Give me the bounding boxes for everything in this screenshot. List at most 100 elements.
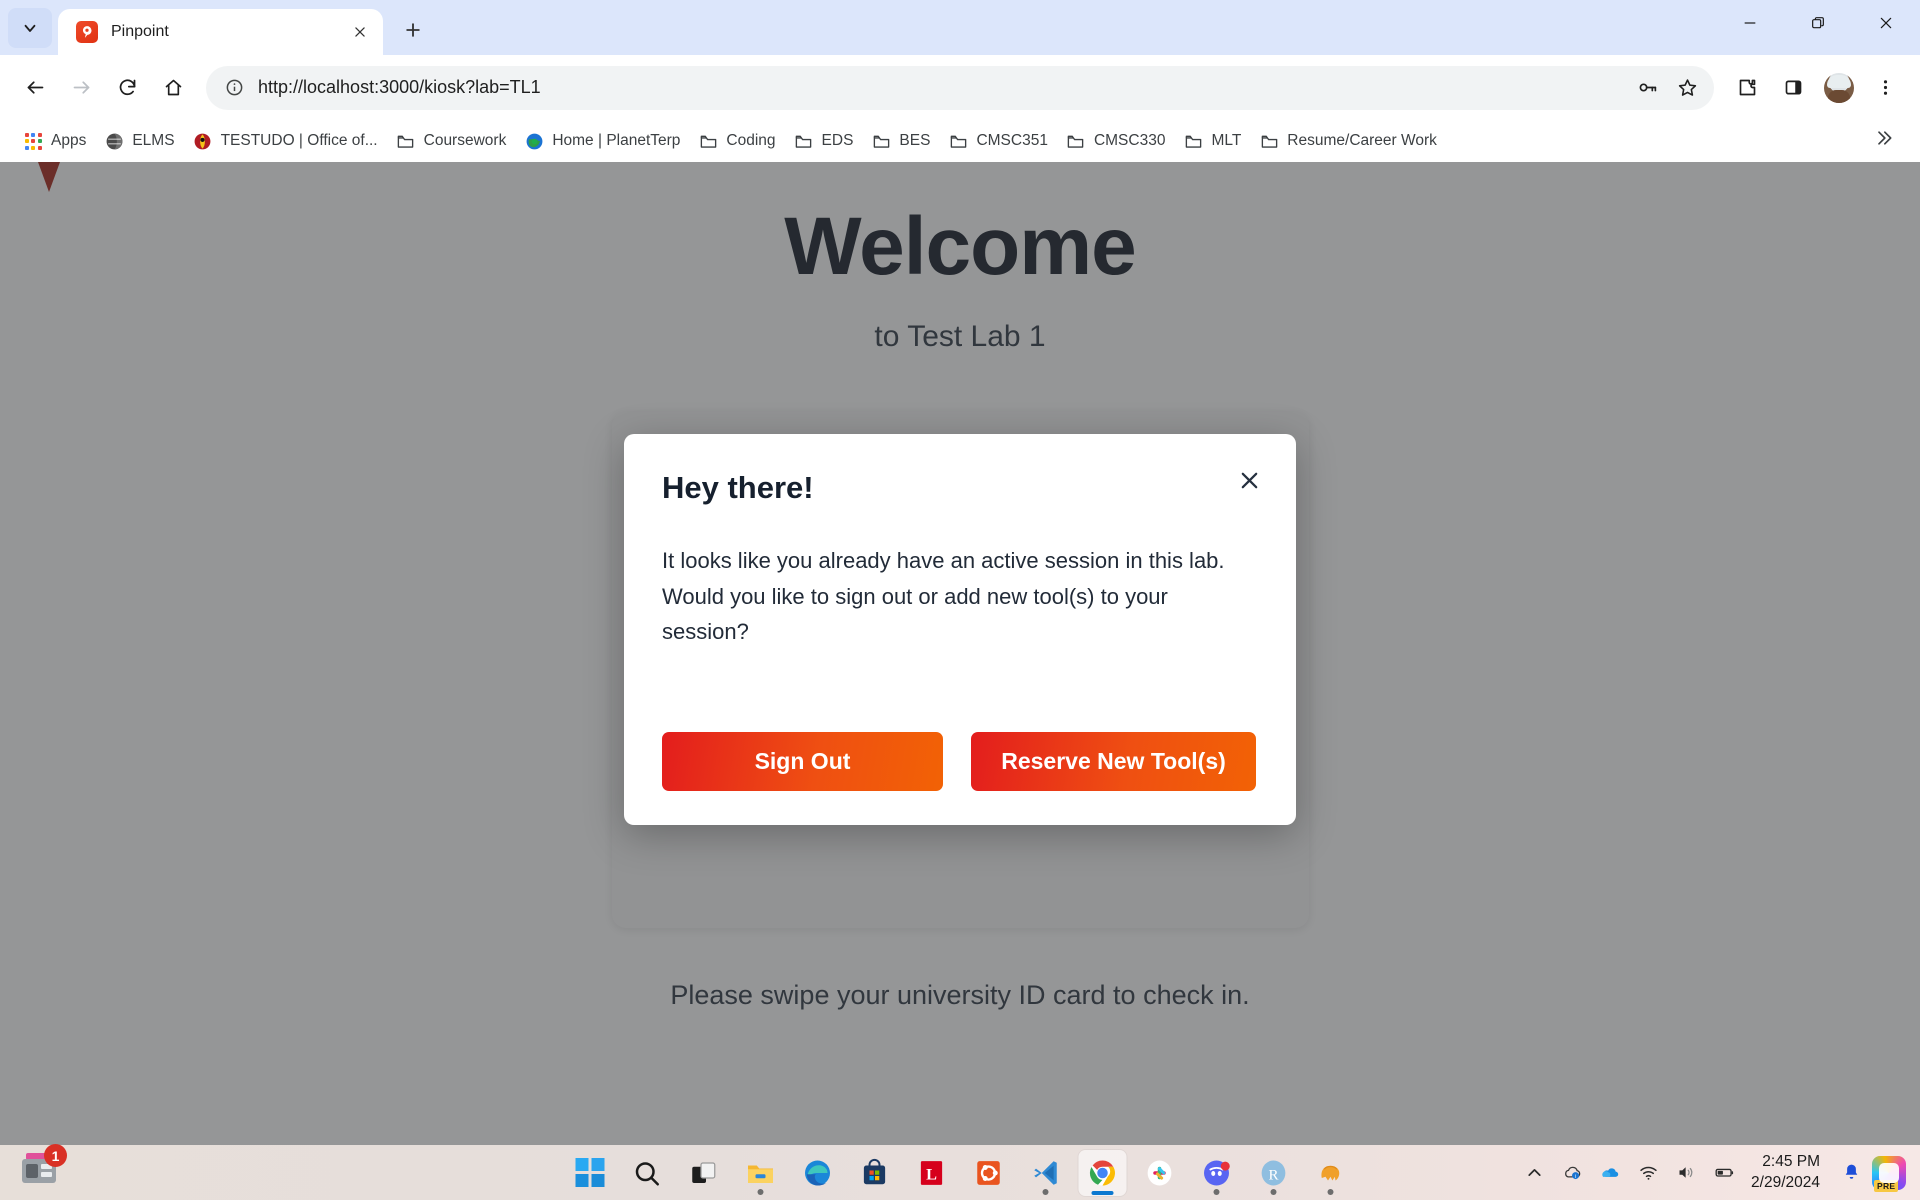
taskbar-item-postgresql[interactable] bbox=[1307, 1150, 1355, 1196]
modal-body-text: It looks like you already have an active… bbox=[662, 547, 1225, 645]
browser-menu-button[interactable] bbox=[1864, 67, 1906, 109]
bookmark-label: ELMS bbox=[132, 132, 175, 149]
omnibox-actions bbox=[1628, 69, 1706, 107]
wifi-icon bbox=[1639, 1166, 1657, 1180]
file-explorer-icon bbox=[748, 1165, 773, 1183]
extensions-button[interactable] bbox=[1726, 67, 1768, 109]
volume-button[interactable] bbox=[1669, 1153, 1703, 1193]
svg-text:i: i bbox=[1575, 1174, 1576, 1180]
system-tray: i 2:45 PM 2/29/2024 PRE bbox=[1517, 1152, 1906, 1193]
bookmark-label: TESTUDO | Office of... bbox=[220, 132, 378, 149]
bookmark-testudo[interactable]: TESTUDO | Office of... bbox=[184, 126, 387, 156]
taskbar-item-start[interactable] bbox=[566, 1150, 614, 1196]
minimize-button[interactable] bbox=[1716, 0, 1784, 45]
bookmark-elms[interactable]: ELMS bbox=[95, 126, 183, 156]
folder-icon bbox=[948, 131, 968, 151]
taskbar-item-search[interactable] bbox=[623, 1150, 671, 1196]
bookmarks-overflow-button[interactable] bbox=[1862, 124, 1906, 158]
reload-button[interactable] bbox=[106, 67, 148, 109]
ubuntu-icon bbox=[977, 1160, 1000, 1185]
bookmark-apps[interactable]: Apps bbox=[14, 126, 95, 156]
profile-button[interactable] bbox=[1818, 67, 1860, 109]
folder-icon bbox=[698, 131, 718, 151]
bookmark-coding[interactable]: Coding bbox=[689, 126, 784, 156]
taskbar-item-ubuntu[interactable] bbox=[965, 1150, 1013, 1196]
bookmark-cmsc330[interactable]: CMSC330 bbox=[1057, 126, 1175, 156]
taskbar-widgets-button[interactable]: 1 bbox=[22, 1144, 67, 1183]
edge-icon bbox=[805, 1160, 830, 1185]
maximize-button[interactable] bbox=[1784, 0, 1852, 45]
arrow-left-icon bbox=[27, 81, 43, 94]
modal-title: Hey there! bbox=[662, 469, 814, 505]
clock[interactable]: 2:45 PM 2/29/2024 bbox=[1745, 1152, 1830, 1193]
speaker-icon bbox=[1679, 1167, 1692, 1178]
vscode-icon bbox=[1034, 1160, 1057, 1185]
svg-text:L: L bbox=[926, 1165, 937, 1183]
key-icon bbox=[1639, 83, 1656, 92]
taskbar-item-discord[interactable] bbox=[1193, 1150, 1241, 1196]
bookmark-eds[interactable]: EDS bbox=[785, 126, 863, 156]
close-icon bbox=[355, 27, 365, 37]
home-icon bbox=[165, 79, 181, 96]
site-info-button[interactable] bbox=[220, 74, 248, 102]
info-circle-icon bbox=[226, 79, 242, 96]
notifications-button[interactable] bbox=[1834, 1153, 1868, 1193]
browser-tab[interactable]: Pinpoint bbox=[58, 9, 383, 55]
forward-button[interactable] bbox=[60, 67, 102, 109]
close-icon bbox=[1241, 472, 1257, 489]
window-controls bbox=[1716, 0, 1920, 45]
close-window-button[interactable] bbox=[1852, 0, 1920, 45]
address-bar[interactable]: http://localhost:3000/kiosk?lab=TL1 bbox=[206, 65, 1714, 110]
bookmark-label: MLT bbox=[1211, 132, 1242, 149]
battery-button[interactable] bbox=[1707, 1153, 1741, 1193]
bookmark-resume-career-work[interactable]: Resume/Career Work bbox=[1250, 126, 1446, 156]
copilot-button[interactable]: PRE bbox=[1872, 1153, 1906, 1193]
folder-icon bbox=[794, 131, 814, 151]
chevron-up-icon bbox=[1527, 1169, 1541, 1176]
bookmark-coursework[interactable]: Coursework bbox=[387, 126, 516, 156]
taskbar-item-rstudio[interactable]: R bbox=[1250, 1150, 1298, 1196]
taskbar-item-slack[interactable] bbox=[1136, 1150, 1184, 1196]
taskbar-item-latex[interactable]: L bbox=[908, 1150, 956, 1196]
bookmark-bes[interactable]: BES bbox=[862, 126, 939, 156]
taskbar-item-task-view[interactable] bbox=[680, 1150, 728, 1196]
taskbar-item-edge[interactable] bbox=[794, 1150, 842, 1196]
bookmark-planetterp[interactable]: Home | PlanetTerp bbox=[515, 126, 689, 156]
home-button[interactable] bbox=[152, 67, 194, 109]
bookmark-button[interactable] bbox=[1668, 69, 1706, 107]
planetterp-icon bbox=[524, 131, 544, 151]
tray-overflow-button[interactable] bbox=[1517, 1153, 1551, 1193]
bookmark-mlt[interactable]: MLT bbox=[1174, 126, 1250, 156]
battery-icon bbox=[1715, 1168, 1733, 1177]
testudo-turtle-icon bbox=[193, 131, 213, 151]
clock-date: 2/29/2024 bbox=[1751, 1173, 1820, 1191]
modal-overlay[interactable]: Hey there! It looks like you already hav… bbox=[0, 162, 1920, 1145]
reserve-new-tools-button[interactable]: Reserve New Tool(s) bbox=[971, 732, 1256, 792]
new-tab-button[interactable] bbox=[393, 10, 433, 50]
slack-icon bbox=[1147, 1160, 1172, 1185]
modal-actions: Sign Out Reserve New Tool(s) bbox=[662, 732, 1258, 792]
tab-close-button[interactable] bbox=[347, 19, 373, 45]
onedrive-button[interactable] bbox=[1593, 1153, 1627, 1193]
onedrive-sync-button[interactable]: i bbox=[1555, 1153, 1589, 1193]
taskbar-item-vs-code[interactable] bbox=[1022, 1150, 1070, 1196]
bookmark-cmsc351[interactable]: CMSC351 bbox=[939, 126, 1057, 156]
taskbar-item-microsoft-store[interactable] bbox=[851, 1150, 899, 1196]
bookmarks-bar: Apps ELMS TESTUDO | Office of... Coursew… bbox=[0, 120, 1920, 162]
apps-grid-icon bbox=[23, 131, 43, 151]
sign-out-button[interactable]: Sign Out bbox=[662, 732, 943, 792]
side-panel-button[interactable] bbox=[1772, 67, 1814, 109]
reload-icon bbox=[119, 79, 135, 96]
tab-search-button[interactable] bbox=[8, 8, 52, 48]
copilot-icon: PRE bbox=[1872, 1155, 1906, 1192]
taskbar-item-chrome[interactable] bbox=[1078, 1149, 1127, 1196]
taskbar-item-file-explorer[interactable] bbox=[737, 1150, 785, 1196]
wifi-button[interactable] bbox=[1631, 1153, 1665, 1193]
modal-close-button[interactable] bbox=[1232, 464, 1266, 498]
taskbar-apps: L R bbox=[566, 1149, 1355, 1196]
back-button[interactable] bbox=[14, 67, 56, 109]
latex-icon: L bbox=[920, 1160, 943, 1185]
news-weather-widget-icon: 1 bbox=[22, 1144, 67, 1183]
folder-icon bbox=[1183, 131, 1203, 151]
password-manager-button[interactable] bbox=[1628, 69, 1666, 107]
